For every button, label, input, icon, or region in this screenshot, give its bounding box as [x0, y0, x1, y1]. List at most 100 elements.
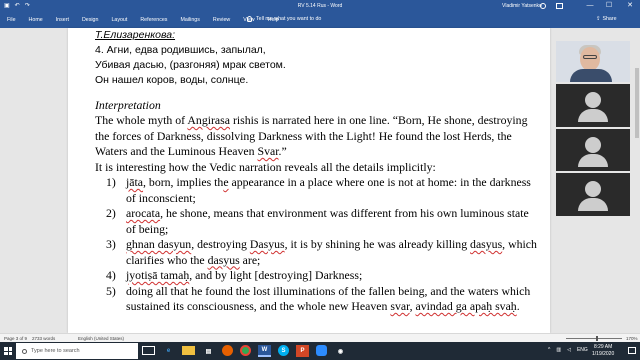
- search-icon: [22, 348, 27, 354]
- powerpoint-icon[interactable]: P: [296, 345, 309, 357]
- avatar-icon: [585, 137, 601, 153]
- participant-face: [580, 47, 600, 71]
- document-canvas[interactable]: Т.Елизаренкова: 4. Агни, едва родившись,…: [0, 28, 640, 333]
- video-participant-active[interactable]: [556, 41, 630, 82]
- system-tray: ^ ▥ ◁ ENG: [548, 347, 588, 353]
- participant-shirt: [570, 69, 612, 82]
- chrome-icon[interactable]: [240, 345, 251, 356]
- word-count[interactable]: 2733 words: [32, 336, 55, 341]
- page-count[interactable]: Page 3 of 9: [4, 336, 27, 341]
- keyboard-language[interactable]: ENG: [577, 347, 588, 353]
- list-item: 4) jyotiṣā tamaḥ, and by light [destroyi…: [95, 268, 540, 284]
- avatar-icon: [585, 181, 601, 197]
- avatar-body-icon: [578, 198, 608, 211]
- para1-end: .”: [278, 144, 287, 158]
- volume-icon[interactable]: ◁: [567, 347, 571, 353]
- edge-icon[interactable]: e: [162, 345, 175, 357]
- zoom-icon[interactable]: [316, 345, 327, 356]
- list-number: 3): [106, 237, 116, 251]
- network-icon[interactable]: ▥: [556, 347, 561, 353]
- taskbar-search-input[interactable]: Type here to search: [16, 343, 138, 359]
- list-item: 3) ghnan dasyun, destroying Dasyus, it i…: [95, 237, 540, 268]
- language-indicator[interactable]: English (United States): [78, 336, 124, 341]
- word-icon[interactable]: W: [258, 345, 271, 357]
- zoom-level[interactable]: 170%: [626, 336, 638, 341]
- list-item: 5) doing all that he found the lost illu…: [95, 284, 540, 315]
- maximize-button[interactable]: ☐: [603, 2, 615, 11]
- status-bar: Page 3 of 9 2733 words English (United S…: [0, 333, 640, 342]
- tab-references[interactable]: References: [140, 17, 167, 23]
- list-number: 1): [106, 175, 116, 189]
- zoom-slider-thumb[interactable]: [596, 336, 598, 341]
- para1-text: The whole myth of: [95, 113, 188, 127]
- item-text: , born, implies th: [143, 175, 224, 189]
- word-arocata: arocata: [126, 206, 161, 220]
- notification-icon[interactable]: [628, 347, 636, 354]
- video-participant[interactable]: [556, 129, 630, 171]
- video-participant[interactable]: [556, 173, 630, 216]
- ru-line-1: 4. Агни, едва родившись, запылал,: [95, 44, 266, 56]
- list-text: ghnan dasyun, destroying Dasyus, it is b…: [126, 237, 540, 268]
- task-view-icon[interactable]: [142, 346, 155, 355]
- clock-time: 8:29 AM: [593, 344, 613, 350]
- tab-mailings[interactable]: Mailings: [180, 17, 199, 23]
- user-avatar-icon[interactable]: [540, 3, 546, 9]
- tab-list: File Home Insert Design Layout Reference…: [7, 17, 279, 23]
- share-label: Share: [602, 16, 617, 22]
- document-page[interactable]: Т.Елизаренкова: 4. Агни, едва родившись,…: [68, 28, 550, 333]
- tab-insert[interactable]: Insert: [56, 17, 69, 23]
- avatar-icon: [585, 92, 601, 108]
- tab-home[interactable]: Home: [29, 17, 43, 23]
- tab-review[interactable]: Review: [213, 17, 230, 23]
- item-text: are;: [239, 252, 261, 267]
- participant-glasses: [583, 55, 597, 59]
- numbered-list: 1) jāta, born, implies the appearance in…: [95, 175, 540, 315]
- word-avindad: avindad ga apaḥ svaḥ: [415, 299, 517, 313]
- section-heading: Interpretation: [95, 98, 161, 112]
- avatar-body-icon: [578, 109, 608, 122]
- word-jyotisa-tamah: jyotiṣā tamaḥ: [126, 268, 190, 282]
- list-text: jyotiṣā tamaḥ, and by light [destroying]…: [126, 268, 540, 284]
- word-dasyus: dasyus: [207, 252, 240, 267]
- close-button[interactable]: ✕: [624, 2, 636, 11]
- tab-file[interactable]: File: [7, 17, 16, 23]
- ribbon-tabs: File Home Insert Design Layout Reference…: [0, 13, 640, 28]
- clock-date: 1/19/2020: [592, 351, 615, 357]
- word-svar: Svar: [257, 144, 279, 158]
- list-text: jāta, born, implies the appearance in a …: [126, 175, 540, 206]
- tell-me-label: Tell me what you want to do: [256, 16, 322, 22]
- windows-taskbar: Type here to search e ▤ W S P ◉ ^ ▥ ◁ EN…: [0, 342, 640, 360]
- store-icon[interactable]: ▤: [202, 345, 215, 357]
- skype-icon[interactable]: S: [278, 345, 289, 356]
- minimize-button[interactable]: —: [584, 2, 596, 11]
- file-explorer-icon[interactable]: [182, 346, 195, 355]
- list-item: 2) arocata, he shone, means that environ…: [95, 206, 540, 237]
- video-participant[interactable]: [556, 84, 630, 127]
- word-angirasa: Angirasa: [187, 113, 230, 127]
- list-number: 4): [106, 268, 116, 282]
- tab-design[interactable]: Design: [82, 17, 99, 23]
- document-body[interactable]: Т.Елизаренкова: 4. Агни, едва родившись,…: [95, 28, 540, 315]
- scrollbar-thumb[interactable]: [635, 68, 639, 138]
- taskbar-clock[interactable]: 8:29 AM 1/19/2020: [592, 344, 614, 358]
- camera-icon[interactable]: ◉: [334, 345, 347, 357]
- lightbulb-icon: [247, 16, 252, 22]
- tray-chevron-icon[interactable]: ^: [548, 347, 550, 353]
- item-text: , he shone, means that environment was d…: [126, 206, 529, 236]
- ru-author-title: Т.Елизаренкова:: [95, 29, 176, 41]
- share-icon: ⇪: [596, 16, 601, 22]
- paragraph-intro-list: It is interesting how the Vedic narratio…: [95, 159, 436, 174]
- firefox-icon[interactable]: [222, 345, 233, 356]
- windows-start-icon[interactable]: [2, 345, 14, 357]
- item-text: , and by light [destroying] Darkness;: [189, 268, 363, 282]
- tab-layout[interactable]: Layout: [111, 17, 127, 23]
- zoom-slider[interactable]: [566, 338, 622, 339]
- ribbon-display-options-icon[interactable]: [556, 3, 563, 9]
- word-svar: svar: [390, 299, 410, 313]
- paragraph-myth: The whole myth of Angirasa rishis is nar…: [95, 113, 540, 160]
- user-name[interactable]: Vladimir Yatsenko: [502, 3, 542, 9]
- share-button[interactable]: ⇪ Share: [596, 16, 617, 22]
- item-text: , destroying: [191, 237, 250, 251]
- vertical-scrollbar[interactable]: [634, 28, 640, 333]
- tell-me-search[interactable]: Tell me what you want to do: [247, 16, 321, 22]
